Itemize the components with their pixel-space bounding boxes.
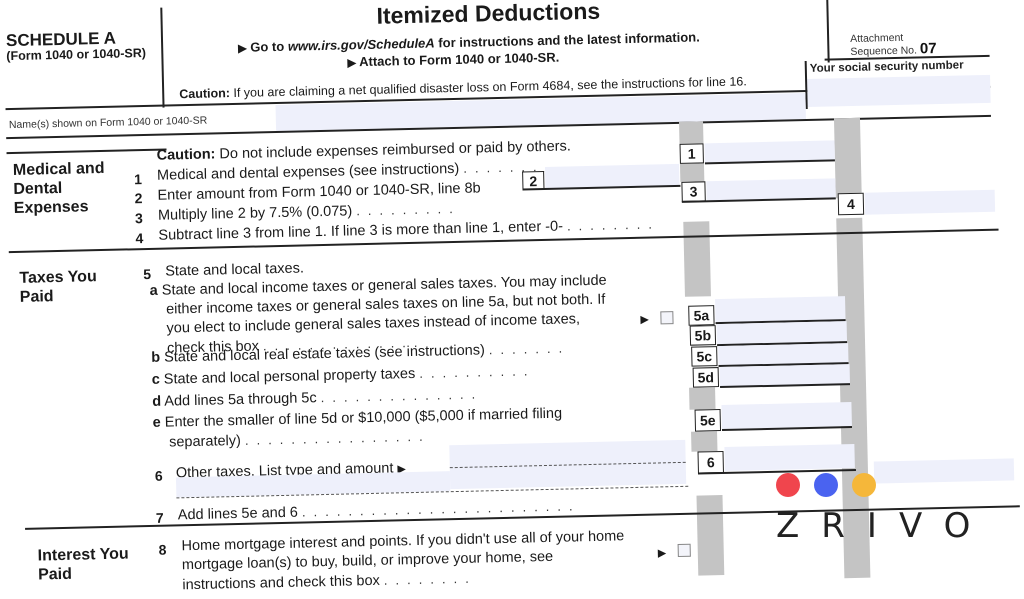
line-8-label: Home mortgage interest and points. If yo… [181,528,625,594]
line-number: 5 [143,265,152,283]
line-number: 7 [155,509,164,526]
line-5a-sales-tax-checkbox[interactable] [660,311,674,325]
form-reference: (Form 1040 or 1040-SR) [6,45,147,64]
line-number: 4 [135,230,144,247]
attachment-sequence: Attachment Sequence No. 07 [850,31,937,58]
sequence-number: 07 [919,40,937,58]
line-5-label: State and local taxes. [165,260,305,280]
line-number: 3 [134,210,144,227]
section-title-taxes: Taxes You Paid [19,268,97,306]
shaded-column [833,117,862,199]
section-title-medical: Medical and Dental Expenses [12,159,105,218]
line-5d-label: d Add lines 5a through 5c .............. [152,386,484,410]
line-3-box-label: 3 [681,181,706,202]
line-3-label: Multiply line 2 by 7.5% (0.075) ........… [157,200,461,224]
shaded-column [696,495,725,576]
line-7-input[interactable] [873,458,1015,484]
divider [6,148,167,154]
form-title: Itemized Deductions [376,0,601,29]
red-dot-icon [776,473,800,497]
line-4-box-label: 4 [837,192,865,216]
line-number: 1 [133,171,143,188]
line-5b-box-label: 5b [689,325,717,346]
line-1-label: Medical and dental expenses (see instruc… [156,158,545,184]
line-6-box-label: 6 [697,450,724,474]
shaded-cell [691,431,718,452]
arrow-icon: ▶ [347,57,357,70]
schedule-a-form: SCHEDULE A (Form 1040 or 1040-SR) Itemiz… [0,0,1024,593]
line-5e-input[interactable] [721,402,852,429]
line-1-box-label: 1 [679,143,704,164]
line-6-input[interactable] [724,443,855,471]
section-title-interest: Interest You Paid [37,545,129,584]
header-divider-left [160,7,165,108]
line-number: 8 [158,541,167,558]
line-5c-label: c State and local personal property taxe… [151,363,536,388]
arrow-icon: ▶ [238,42,247,55]
blue-dot-icon [814,473,838,497]
irs-link[interactable]: www.irs.gov/ScheduleA [288,35,435,53]
line-8-mortgage-checkbox[interactable] [677,543,691,558]
ssn-label: Your social security number [809,59,964,75]
shaded-column [683,221,711,297]
line-5c-box-label: 5c [691,346,718,367]
line-5e-box-label: 5e [694,409,722,432]
attach-instruction: ▶ Attach to Form 1040 or 1040-SR. [347,49,560,70]
line-5d-box-label: 5d [692,367,720,388]
arrow-icon: ▶ [657,547,667,560]
line-number: 2 [134,190,143,207]
line-4-input[interactable] [864,189,996,215]
line-2-label: Enter amount from Form 1040 or 1040-SR, … [157,180,481,204]
brand-logo: ZRIVO [776,506,993,546]
names-label: Name(s) shown on Form 1040 or 1040-SR [8,114,208,132]
line-5a-box-label: 5a [688,305,715,326]
line-number: 6 [154,467,163,484]
ssn-input[interactable] [807,74,991,107]
shaded-cell [679,163,705,182]
header-divider-right [826,0,830,63]
yellow-dot-icon [852,473,876,497]
arrow-icon: ▶ [640,313,650,326]
shaded-cell [689,387,716,410]
shaded-cell [679,121,704,146]
